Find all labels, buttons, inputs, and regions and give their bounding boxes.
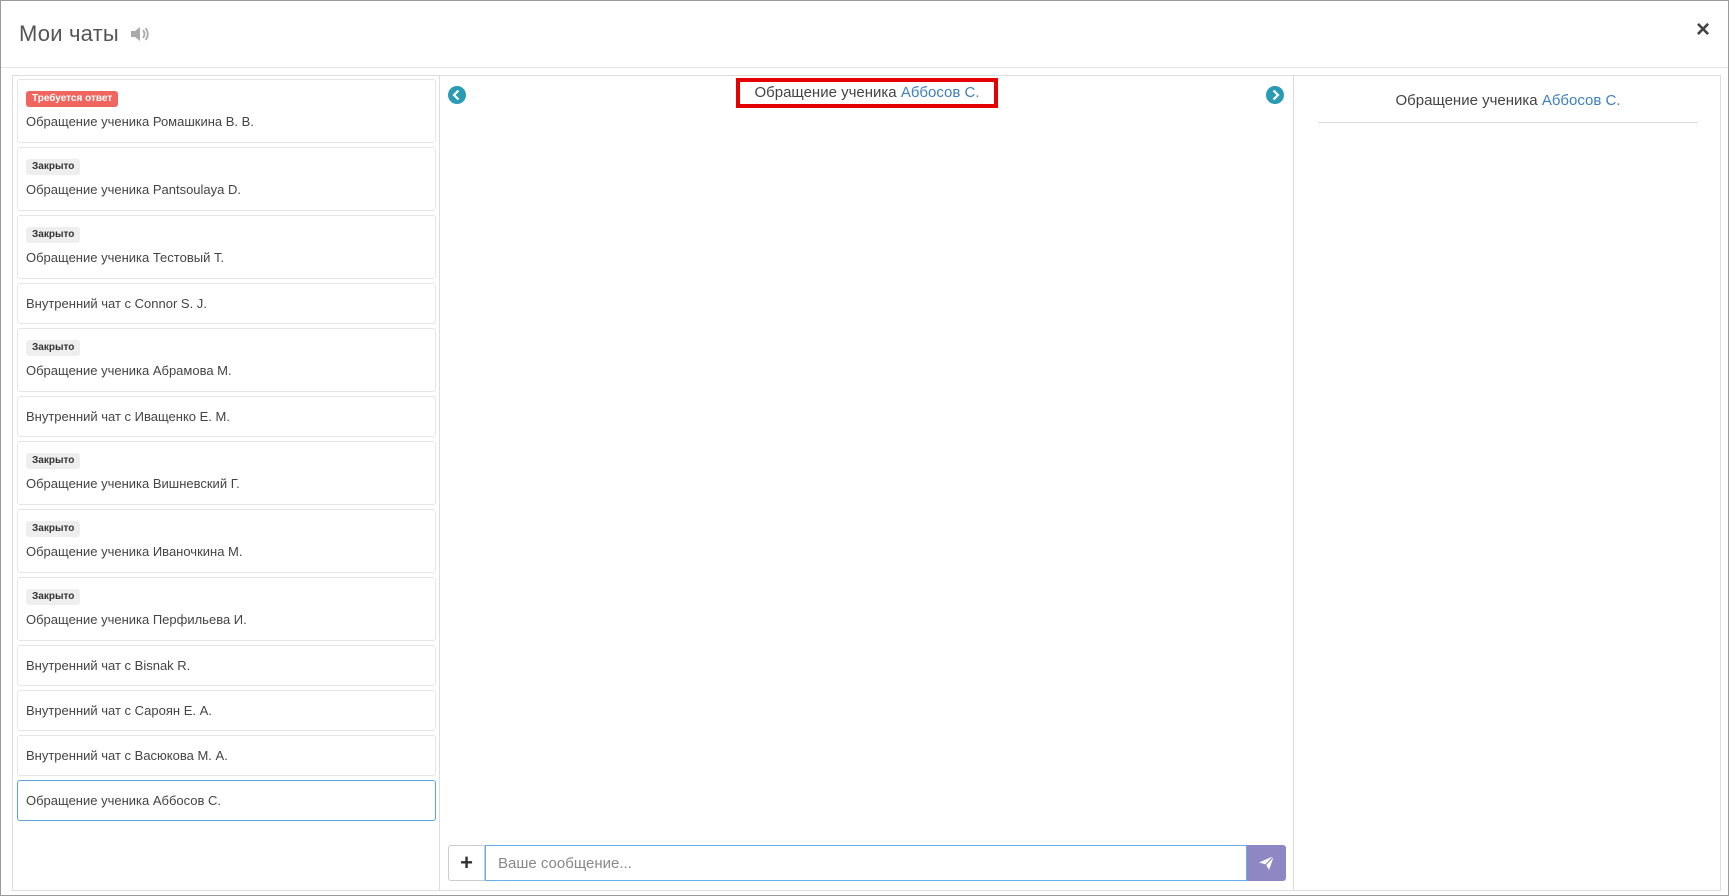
conversation-title-prefix: Обращение ученика bbox=[754, 84, 897, 101]
attach-button[interactable]: + bbox=[448, 845, 485, 881]
chat-list-item[interactable]: Закрыто Обращение ученика Вишневский Г. bbox=[17, 441, 436, 505]
chat-list-item[interactable]: Закрыто Обращение ученика Абрамова М. bbox=[17, 328, 436, 392]
speaker-icon[interactable] bbox=[129, 25, 151, 43]
chat-list-item[interactable]: Закрыто Обращение ученика Иваночкина М. bbox=[17, 509, 436, 573]
status-badge: Закрыто bbox=[26, 227, 81, 243]
details-title: Обращение ученика Аббосов С. bbox=[1318, 92, 1698, 123]
chat-list-item-title: Обращение ученика Аббосов С. bbox=[26, 793, 222, 808]
status-badge: Закрыто bbox=[26, 521, 81, 537]
chat-list-item[interactable]: Закрыто Обращение ученика Pantsoulaya D. bbox=[17, 147, 436, 211]
status-badge: Закрыто bbox=[26, 453, 81, 469]
status-badge: Закрыто bbox=[26, 159, 81, 175]
chat-list: Требуется ответ Обращение ученика Ромашки… bbox=[12, 75, 440, 891]
send-icon bbox=[1259, 855, 1275, 870]
chat-list-item-title: Обращение ученика Вишневский Г. bbox=[26, 476, 240, 491]
chat-list-item-title: Внутренний чат с Connor S. J. bbox=[26, 296, 207, 311]
chat-list-item[interactable]: Внутренний чат с Connor S. J. bbox=[17, 283, 436, 324]
chat-list-item[interactable]: Обращение ученика Аббосов С. bbox=[17, 780, 436, 821]
chat-list-item-title: Внутренний чат с Сароян Е. А. bbox=[26, 703, 212, 718]
chats-modal: Мои чаты × Требуется ответ Обращение учен… bbox=[0, 0, 1729, 896]
chat-details: Обращение ученика Аббосов С. bbox=[1293, 75, 1721, 891]
chat-list-item[interactable]: Требуется ответ Обращение ученика Ромашки… bbox=[17, 79, 436, 143]
message-input[interactable] bbox=[485, 845, 1247, 881]
details-title-prefix: Обращение ученика bbox=[1395, 92, 1538, 109]
status-badge: Закрыто bbox=[26, 340, 81, 356]
close-button[interactable]: × bbox=[1692, 17, 1714, 43]
status-badge: Закрыто bbox=[26, 589, 81, 605]
chat-list-item[interactable]: Внутренний чат с Сароян Е. А. bbox=[17, 690, 436, 731]
message-composer: + bbox=[448, 845, 1286, 881]
send-button[interactable] bbox=[1247, 845, 1286, 881]
chat-list-item[interactable]: Внутренний чат с Васюкова М. А. bbox=[17, 735, 436, 776]
chat-list-item-title: Внутренний чат с Иващенко Е. М. bbox=[26, 409, 230, 424]
chat-list-item-title: Обращение ученика Абрамова М. bbox=[26, 363, 232, 378]
conversation-student-link[interactable]: Аббосов С. bbox=[901, 84, 980, 101]
modal-header: Мои чаты × bbox=[1, 1, 1728, 68]
chat-list-item-title: Внутренний чат с Bisnak R. bbox=[26, 658, 191, 673]
chat-list-item[interactable]: Закрыто Обращение ученика Перфильева И. bbox=[17, 577, 436, 641]
chat-list-item[interactable]: Закрыто Обращение ученика Тестовый Т. bbox=[17, 215, 436, 279]
chat-list-item-title: Обращение ученика Тестовый Т. bbox=[26, 250, 225, 265]
chat-list-item-title: Обращение ученика Иваночкина М. bbox=[26, 544, 243, 559]
modal-title: Мои чаты bbox=[19, 21, 119, 46]
chat-list-item[interactable]: Внутренний чат с Bisnak R. bbox=[17, 645, 436, 686]
chat-list-item-title: Обращение ученика Перфильева И. bbox=[26, 612, 247, 627]
details-student-link[interactable]: Аббосов С. bbox=[1542, 92, 1621, 109]
next-chat-icon[interactable] bbox=[1266, 86, 1284, 104]
chat-conversation: Обращение ученика Аббосов С. + bbox=[439, 75, 1294, 891]
chat-list-item-title: Обращение ученика Pantsoulaya D. bbox=[26, 182, 242, 197]
chat-list-item[interactable]: Внутренний чат с Иващенко Е. М. bbox=[17, 396, 436, 437]
status-badge: Требуется ответ bbox=[26, 91, 119, 107]
chat-list-item-title: Внутренний чат с Васюкова М. А. bbox=[26, 748, 228, 763]
previous-chat-icon[interactable] bbox=[448, 86, 466, 104]
conversation-title: Обращение ученика Аббосов С. bbox=[736, 78, 998, 108]
chat-list-item-title: Обращение ученика Ромашкина В. В. bbox=[26, 114, 254, 129]
